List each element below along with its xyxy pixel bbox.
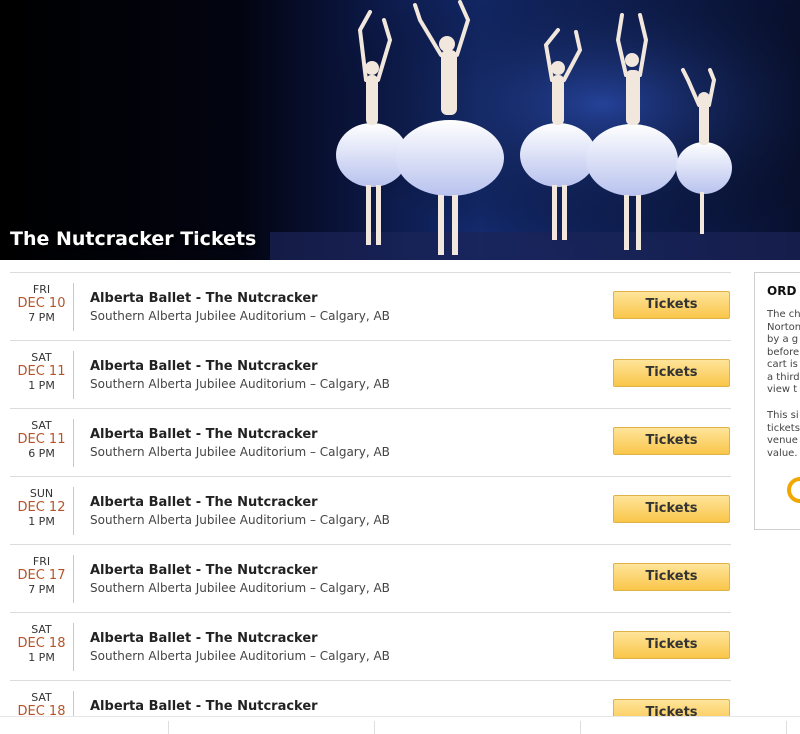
event-info: Alberta Ballet - The Nutcracker Southern… xyxy=(90,631,390,665)
event-month-day: DEC 11 xyxy=(17,432,66,447)
event-venue-link[interactable]: Southern Alberta Jubilee Auditorium – Ca… xyxy=(90,647,390,665)
panel-text-line: view t xyxy=(767,384,798,395)
event-time: 6 PM xyxy=(28,447,55,460)
event-day-of-week: FRI xyxy=(32,283,51,296)
event-list: FRI DEC 10 7 PM Alberta Ballet - The Nut… xyxy=(10,272,731,734)
panel-title: ORD xyxy=(767,284,797,298)
panel-text-line: The ch xyxy=(767,309,800,320)
tickets-button[interactable]: Tickets xyxy=(613,291,730,319)
event-row: FRI DEC 17 7 PM Alberta Ballet - The Nut… xyxy=(10,544,731,612)
panel-text-line: a third xyxy=(767,371,800,383)
event-info: Alberta Ballet - The Nutcracker xyxy=(90,699,318,715)
event-info: Alberta Ballet - The Nutcracker Southern… xyxy=(90,291,390,325)
event-info: Alberta Ballet - The Nutcracker Southern… xyxy=(90,359,390,393)
event-name-link[interactable]: Alberta Ballet - The Nutcracker xyxy=(90,699,318,715)
event-time: 1 PM xyxy=(28,379,55,392)
event-name-link[interactable]: Alberta Ballet - The Nutcracker xyxy=(90,359,390,375)
footer-divider xyxy=(786,721,787,734)
event-date: SAT DEC 18 1 PM xyxy=(10,623,74,671)
event-name-link[interactable]: Alberta Ballet - The Nutcracker xyxy=(90,495,390,511)
event-time: 7 PM xyxy=(28,311,55,324)
event-row: SAT DEC 18 1 PM Alberta Ballet - The Nut… xyxy=(10,612,731,680)
event-row: FRI DEC 10 7 PM Alberta Ballet - The Nut… xyxy=(10,272,731,340)
panel-text-line: venue xyxy=(767,435,798,446)
event-month-day: DEC 12 xyxy=(17,500,66,515)
event-venue-link[interactable]: Southern Alberta Jubilee Auditorium – Ca… xyxy=(90,579,390,597)
event-name-link[interactable]: Alberta Ballet - The Nutcracker xyxy=(90,427,390,443)
event-date: FRI DEC 17 7 PM xyxy=(10,555,74,603)
tickets-button[interactable]: Tickets xyxy=(613,495,730,523)
event-day-of-week: SAT xyxy=(31,623,52,636)
panel-text-line: cart is xyxy=(767,359,798,370)
footer-divider xyxy=(580,721,581,734)
event-row: SAT DEC 11 1 PM Alberta Ballet - The Nut… xyxy=(10,340,731,408)
norton-badge-icon[interactable] xyxy=(787,477,800,503)
event-day-of-week: FRI xyxy=(32,555,51,568)
footer-strip xyxy=(0,716,800,734)
tickets-button[interactable]: Tickets xyxy=(613,631,730,659)
event-day-of-week: SUN xyxy=(29,487,54,500)
event-month-day: DEC 11 xyxy=(17,364,66,379)
panel-text-line: before xyxy=(767,346,800,358)
event-day-of-week: SAT xyxy=(31,691,52,704)
footer-divider xyxy=(168,721,169,734)
event-venue-link[interactable]: Southern Alberta Jubilee Auditorium – Ca… xyxy=(90,307,390,325)
event-venue-link[interactable]: Southern Alberta Jubilee Auditorium – Ca… xyxy=(90,443,390,461)
event-info: Alberta Ballet - The Nutcracker Southern… xyxy=(90,563,390,597)
hero-banner: The Nutcracker Tickets xyxy=(0,0,800,260)
event-date: FRI DEC 10 7 PM xyxy=(10,283,74,331)
event-time: 7 PM xyxy=(28,583,55,596)
event-month-day: DEC 17 xyxy=(17,568,66,583)
tickets-button[interactable]: Tickets xyxy=(613,359,730,387)
ballet-photo xyxy=(270,0,800,260)
event-date: SAT DEC 11 6 PM xyxy=(10,419,74,467)
event-month-day: DEC 18 xyxy=(17,636,66,651)
order-info-panel: ORD The ch Norton by a g before cart is … xyxy=(754,272,800,530)
event-name-link[interactable]: Alberta Ballet - The Nutcracker xyxy=(90,563,390,579)
event-month-day: DEC 10 xyxy=(17,296,66,311)
tickets-button[interactable]: Tickets xyxy=(613,563,730,591)
event-row: SUN DEC 12 1 PM Alberta Ballet - The Nut… xyxy=(10,476,731,544)
event-name-link[interactable]: Alberta Ballet - The Nutcracker xyxy=(90,631,390,647)
event-time: 1 PM xyxy=(28,515,55,528)
event-name-link[interactable]: Alberta Ballet - The Nutcracker xyxy=(90,291,390,307)
panel-text-line: value. xyxy=(767,447,798,459)
event-day-of-week: SAT xyxy=(31,351,52,364)
event-time: 1 PM xyxy=(28,651,55,664)
tickets-button[interactable]: Tickets xyxy=(613,427,730,455)
event-info: Alberta Ballet - The Nutcracker Southern… xyxy=(90,495,390,529)
footer-divider xyxy=(374,721,375,734)
event-day-of-week: SAT xyxy=(31,419,52,432)
panel-text-line: Norton xyxy=(767,321,800,333)
panel-text-line: by a g xyxy=(767,334,799,345)
event-venue-link[interactable]: Southern Alberta Jubilee Auditorium – Ca… xyxy=(90,511,390,529)
event-date: SAT DEC 11 1 PM xyxy=(10,351,74,399)
event-venue-link[interactable]: Southern Alberta Jubilee Auditorium – Ca… xyxy=(90,375,390,393)
page-title: The Nutcracker Tickets xyxy=(10,228,257,250)
panel-text-line: tickets xyxy=(767,422,800,434)
event-info: Alberta Ballet - The Nutcracker Southern… xyxy=(90,427,390,461)
event-date: SUN DEC 12 1 PM xyxy=(10,487,74,535)
panel-text-line: This si xyxy=(767,410,799,421)
event-row: SAT DEC 11 6 PM Alberta Ballet - The Nut… xyxy=(10,408,731,476)
